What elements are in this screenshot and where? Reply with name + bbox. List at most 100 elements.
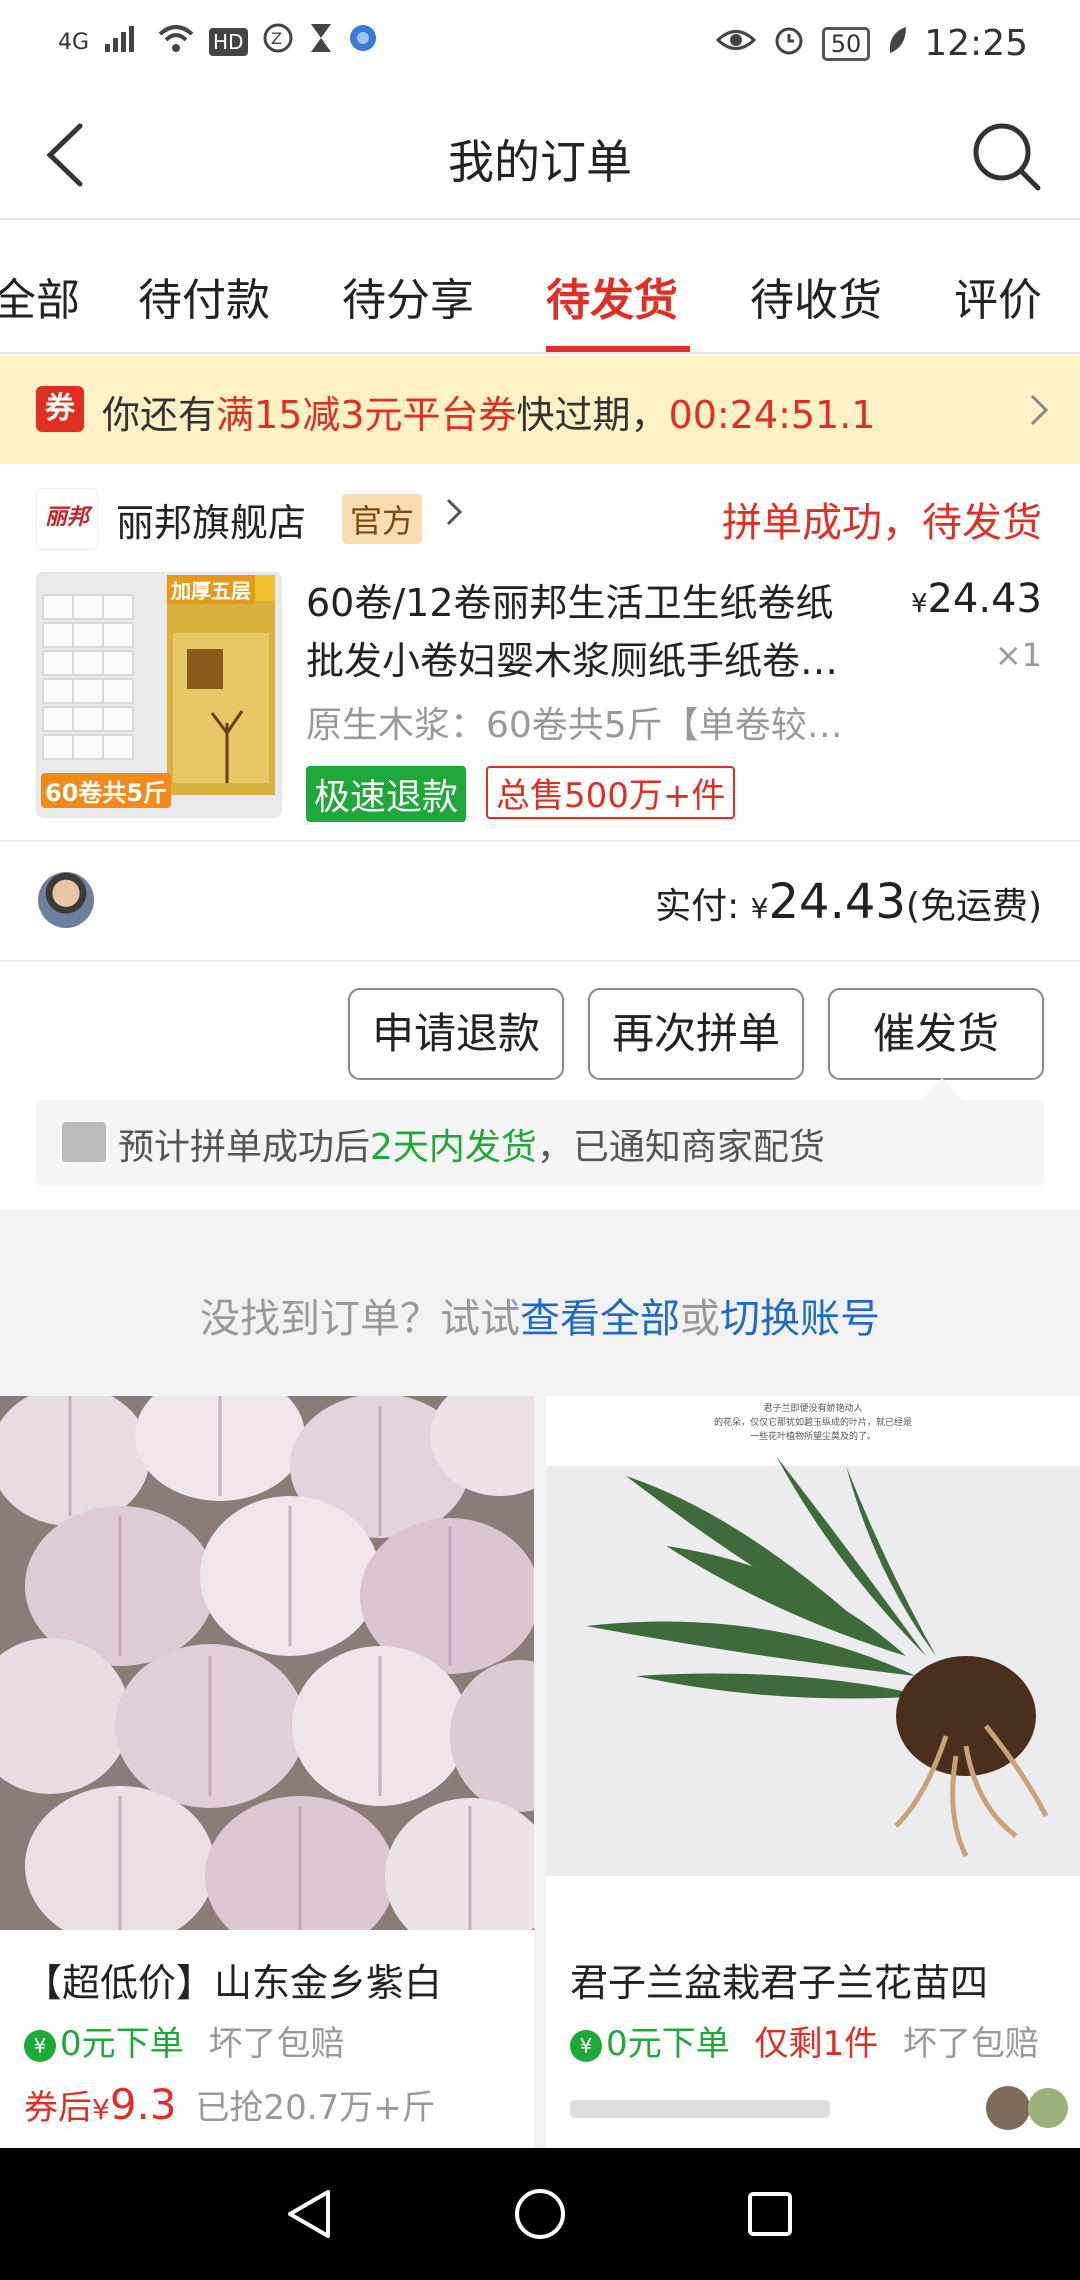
zero-order-label: 0元下单: [60, 2024, 184, 2064]
avatar[interactable]: [38, 872, 94, 928]
product-title[interactable]: 60卷/12卷丽邦生活卫生纸卷纸 批发小卷妇婴木浆厕纸手纸卷…: [306, 574, 906, 690]
image-caption-line1: 君子兰即便没有娇艳动人: [763, 1404, 863, 1414]
divider: [0, 840, 1080, 842]
product-card[interactable]: 【超低价】山东金乡紫白 ¥0元下单 坏了包赔 券后¥9.3 已抢20.7万+斤: [0, 1396, 534, 2148]
image-label-top: 加厚五层: [167, 575, 255, 604]
paid-note: (免运费): [905, 886, 1042, 927]
product-spec: 原生木浆：60卷共5斤【单卷较…: [306, 705, 843, 746]
urge-shipment-button[interactable]: 催发货: [828, 988, 1044, 1080]
banner-middle: 快过期，: [516, 393, 669, 437]
nav-home-button[interactable]: [512, 2186, 568, 2246]
tab-review[interactable]: 评价: [954, 264, 1042, 328]
order-status: 拼单成功，待发货: [722, 500, 1042, 546]
switch-account-link[interactable]: 切换账号: [720, 1296, 880, 1342]
status-bar: 4G HD Z 50 12:25: [0, 0, 1080, 90]
ship-note-suffix: ，已通知商家配货: [536, 1127, 825, 1168]
product-card[interactable]: 君子兰即便没有娇艳动人 的花朵，仅仅它那犹如碧玉纵成的叶片，就已经是 一些花叶植…: [546, 1396, 1080, 2148]
fast-refund-tag: 极速退款: [306, 766, 467, 822]
product-image[interactable]: 加厚五层 60卷共5斤: [36, 572, 282, 818]
banner-coupon: 满15减3元平台券: [216, 393, 517, 437]
zero-order-icon: ¥: [570, 2029, 602, 2062]
triangle-back-icon: [288, 2190, 330, 2238]
price-value: 24.43: [927, 576, 1042, 622]
sold-count: 已抢20.7万+斤: [195, 2088, 436, 2128]
product-price: ¥24.43: [911, 576, 1042, 622]
product-card-price: 券后¥9.3 已抢20.7万+斤: [24, 2080, 436, 2129]
product-card-title: 【超低价】山东金乡紫白: [24, 1961, 443, 2005]
paid-label: 实付:: [655, 886, 740, 927]
alarm-icon: [772, 22, 806, 65]
blurred-buyers: [570, 2086, 1070, 2141]
product-title-line1: 60卷/12卷丽邦生活卫生纸卷纸: [306, 581, 834, 625]
battery-icon: 50: [821, 26, 871, 61]
network-label: 4G: [58, 29, 90, 55]
banner-countdown: 00:24:51.1: [668, 393, 876, 437]
image-caption-line3: 一些花叶植物所望尘莫及的了。: [749, 1432, 876, 1442]
ship-note-highlight: 2天内发货: [370, 1127, 537, 1168]
shop-chevron-icon[interactable]: [444, 492, 466, 541]
coupon-price-label: 券后: [24, 2088, 92, 2128]
delivery-icon: [62, 1122, 106, 1162]
system-nav-bar: [0, 2148, 1080, 2280]
guarantee-label: 坏了包赔: [902, 2024, 1039, 2064]
nav-recents-button[interactable]: [742, 2186, 798, 2246]
guarantee-label: 坏了包赔: [208, 2024, 345, 2064]
hourglass-icon: [308, 22, 334, 62]
ship-note-prefix: 预计拼单成功后: [118, 1127, 371, 1168]
not-found-text: 没找到订单？试试查看全部或切换账号: [0, 1286, 1080, 1344]
apply-refund-button[interactable]: 申请退款: [348, 988, 564, 1080]
circle-home-icon: [515, 2189, 565, 2239]
price-symbol: ¥: [910, 589, 928, 619]
signal-icon: [103, 22, 143, 62]
title-bar: 我的订单: [0, 90, 1080, 220]
search-button[interactable]: [968, 118, 1044, 194]
active-tab-indicator: [546, 346, 690, 352]
product-card-promo: ¥0元下单 仅剩1件 坏了包赔: [570, 2016, 1039, 2065]
view-all-link[interactable]: 查看全部: [520, 1296, 680, 1342]
square-recents-icon: [748, 2192, 792, 2236]
product-card-image: 君子兰即便没有娇艳动人 的花朵，仅仅它那犹如碧玉纵成的叶片，就已经是 一些花叶植…: [546, 1396, 1080, 1930]
coupon-expiry-banner[interactable]: 券 你还有满15减3元平台券快过期，00:24:51.1: [0, 356, 1080, 464]
search-icon: [973, 123, 1041, 191]
official-badge: 官方: [342, 494, 423, 544]
eye-comfort-icon: [715, 23, 756, 64]
shipping-note-text: 预计拼单成功后2天内发货，已通知商家配货: [118, 1118, 825, 1170]
page-title: 我的订单: [448, 135, 632, 189]
shop-logo[interactable]: 丽邦: [36, 488, 98, 550]
tab-pending-receipt[interactable]: 待收货: [750, 264, 882, 328]
product-card-image: [0, 1396, 534, 1956]
product-title-line2: 批发小卷妇婴木浆厕纸手纸卷…: [306, 639, 839, 683]
card-price: 9.3: [109, 2080, 177, 2129]
regroup-button[interactable]: 再次拼单: [588, 988, 804, 1080]
banner-text: 你还有满15减3元平台券快过期，00:24:51.1: [102, 384, 875, 439]
stock-label: 仅剩1件: [754, 2024, 879, 2064]
not-found-or: 或: [680, 1296, 720, 1342]
divider: [0, 960, 1080, 962]
wifi-icon: [157, 22, 195, 62]
product-card-title: 君子兰盆栽君子兰花苗四: [570, 1961, 989, 2005]
banner-prefix: 你还有: [102, 393, 217, 437]
status-right: 50 12:25: [715, 22, 1028, 65]
image-label-bottom: 60卷共5斤: [41, 773, 172, 808]
svg-text:Z: Z: [271, 29, 282, 48]
clock-time: 12:25: [924, 23, 1028, 64]
tab-pending-payment[interactable]: 待付款: [138, 264, 270, 328]
shipping-note: 预计拼单成功后2天内发货，已通知商家配货: [36, 1100, 1044, 1186]
zero-order-label: 0元下单: [606, 2024, 730, 2064]
nav-back-button[interactable]: [282, 2186, 338, 2246]
status-left: 4G HD Z: [58, 22, 378, 62]
tooltip-arrow: [922, 1078, 962, 1100]
tab-pending-shipment[interactable]: 待发货: [546, 264, 678, 328]
shop-name[interactable]: 丽邦旗舰店: [116, 492, 306, 547]
tab-all[interactable]: 全部: [0, 264, 80, 328]
card-price-symbol: ¥: [92, 2093, 110, 2126]
paid-symbol: ¥: [750, 892, 769, 925]
paid-value: 24.43: [768, 874, 906, 930]
order-tabs: 全部 待付款 待分享 待发货 待收货 评价: [0, 222, 1080, 354]
product-quantity: ×1: [994, 636, 1042, 674]
product-card-promo: ¥0元下单 坏了包赔: [24, 2016, 344, 2065]
data-saver-icon: Z: [262, 22, 294, 62]
tab-pending-share[interactable]: 待分享: [342, 264, 474, 328]
chevron-right-icon: [1028, 390, 1052, 440]
image-caption: 君子兰即便没有娇艳动人 的花朵，仅仅它那犹如碧玉纵成的叶片，就已经是 一些花叶植…: [546, 1402, 1080, 1444]
